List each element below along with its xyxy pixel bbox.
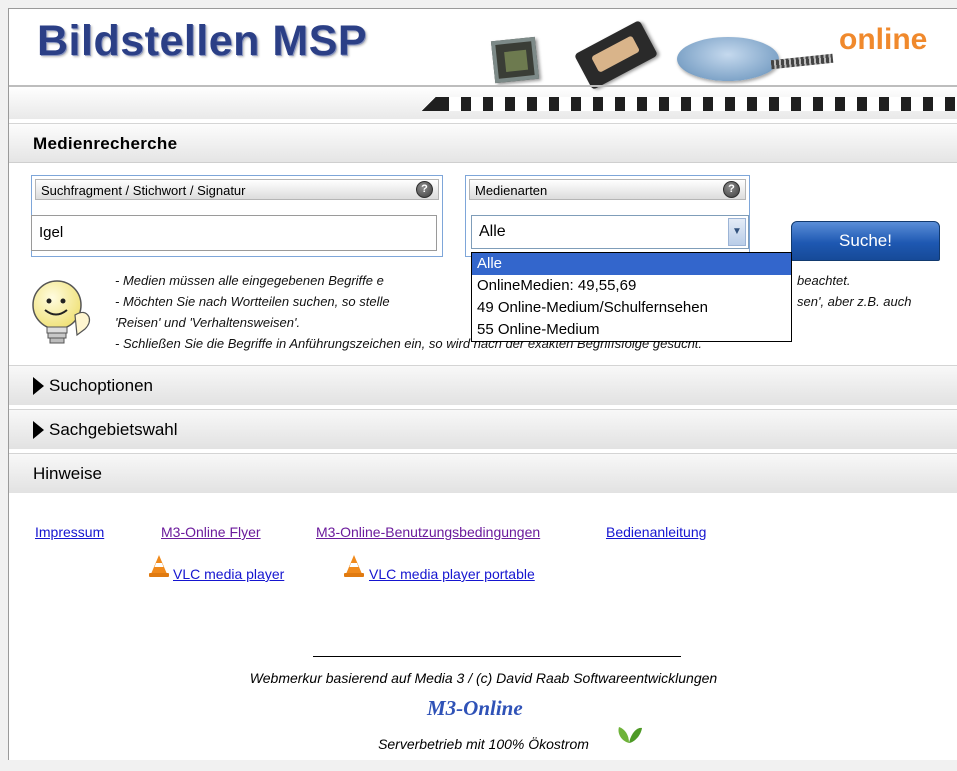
dropdown-arrow-icon[interactable]: ▼ <box>728 218 746 246</box>
search-field-header: Suchfragment / Stichwort / Signatur ? <box>35 179 439 200</box>
accordion-label: Hinweise <box>33 464 102 483</box>
dropdown-option[interactable]: 55 Online-Medium <box>472 319 791 341</box>
search-input[interactable]: Igel <box>31 215 437 251</box>
tip-line-2: - Möchten Sie nach Wortteilen suchen, so… <box>115 294 390 309</box>
tip-line-1-end: beachtet. <box>797 273 851 288</box>
media-types-select[interactable]: Alle ▼ <box>471 215 749 249</box>
dropdown-option[interactable]: OnlineMedien: 49,55,69 <box>472 275 791 297</box>
media-types-selected: Alle <box>479 223 506 240</box>
tip-line-3: 'Reisen' und 'Verhaltensweisen'. <box>115 315 301 330</box>
eco-text: Serverbetrieb mit 100% Ökostrom <box>378 736 589 752</box>
accordion-search-options[interactable]: Suchoptionen <box>9 365 957 405</box>
slide-icon <box>490 36 540 84</box>
film-strip-icon <box>770 53 834 70</box>
triangle-right-icon <box>33 377 44 395</box>
cassette-icon <box>573 19 659 91</box>
search-field-label: Suchfragment / Stichwort / Signatur <box>41 183 246 198</box>
footer-divider <box>313 656 681 657</box>
impressum-link[interactable]: Impressum <box>35 524 104 540</box>
section-header: Medienrecherche <box>9 123 957 163</box>
leaf-icon <box>618 727 642 743</box>
tip-line-2-end: sen', aber z.B. auch <box>797 294 912 309</box>
m3-online-logo: M3-Online <box>427 696 523 720</box>
banner-title: Bildstellen MSP <box>37 17 368 65</box>
banner-film-strip <box>419 97 957 111</box>
vlc-cone-icon <box>149 555 169 577</box>
dropdown-option[interactable]: Alle <box>472 253 791 275</box>
media-types-dropdown[interactable]: Alle OnlineMedien: 49,55,69 49 Online-Me… <box>471 252 792 342</box>
help-icon[interactable]: ? <box>416 181 433 198</box>
dropdown-option[interactable]: 49 Online-Medium/Schulfernsehen <box>472 297 791 319</box>
accordion-subject-selection[interactable]: Sachgebietswahl <box>9 409 957 449</box>
section-title: Medienrecherche <box>33 134 178 153</box>
manual-link[interactable]: Bedienanleitung <box>606 524 706 540</box>
help-icon[interactable]: ? <box>723 181 740 198</box>
media-types-header: Medienarten ? <box>469 179 746 200</box>
accordion-notes[interactable]: Hinweise <box>9 453 957 493</box>
header-banner: Bildstellen MSP online <box>9 9 957 119</box>
terms-link[interactable]: M3-Online-Benutzungsbedingungen <box>316 524 540 540</box>
search-button[interactable]: Suche! <box>791 221 940 261</box>
tip-line-1: - Medien müssen alle eingegebenen Begrif… <box>115 273 384 288</box>
film-reel-icon <box>677 37 779 81</box>
media-types-label: Medienarten <box>475 183 548 198</box>
banner-online: online <box>839 23 928 56</box>
vlc-cone-icon <box>344 555 364 577</box>
vlc-portable-link[interactable]: VLC media player portable <box>369 566 535 582</box>
flyer-link[interactable]: M3-Online Flyer <box>161 524 261 540</box>
accordion-label: Suchoptionen <box>49 376 153 395</box>
vlc-link[interactable]: VLC media player <box>173 566 284 582</box>
accordion-label: Sachgebietswahl <box>49 420 178 439</box>
triangle-right-icon <box>33 421 44 439</box>
banner-divider <box>9 85 957 87</box>
footer-credit: Webmerkur basierend auf Media 3 / (c) Da… <box>249 670 718 686</box>
page-frame: Bildstellen MSP online Medienrecherche S… <box>8 8 957 760</box>
lightbulb-icon <box>32 280 91 344</box>
